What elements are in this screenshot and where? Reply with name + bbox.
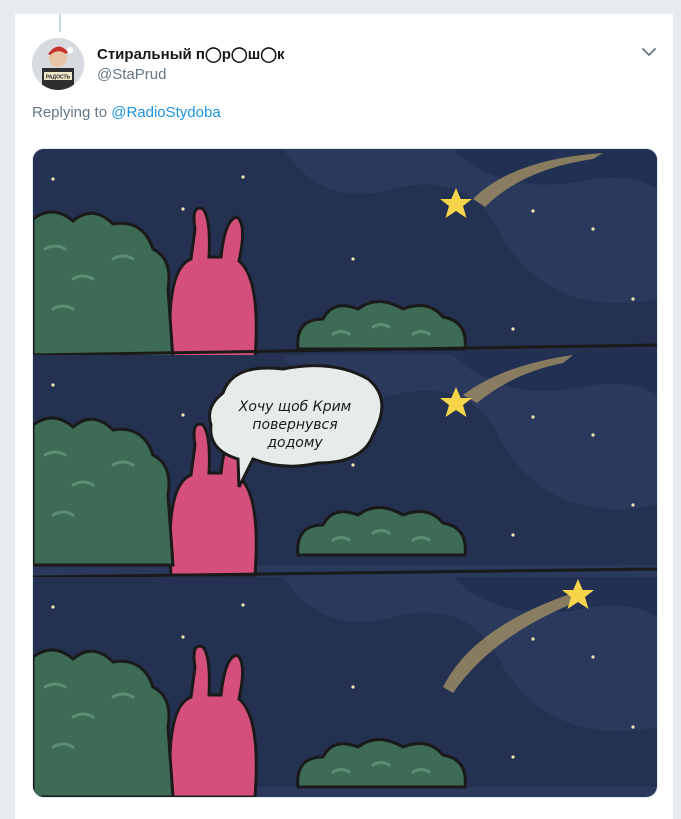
comic-panel-2: Хочу щоб Крим повернувся додому <box>33 355 657 577</box>
avatar[interactable]: РАДОСТЬ <box>32 38 84 90</box>
comic-panel-1 <box>33 149 657 361</box>
tweet-card[interactable]: РАДОСТЬ Стиральный п◯р◯ш◯к @StaPrud Repl… <box>14 14 674 819</box>
replying-to-line: Replying to @RadioStydoba <box>32 104 221 121</box>
speech-line-1: Хочу щоб Крим <box>238 399 352 415</box>
avatar-sign-text: РАДОСТЬ <box>46 75 71 81</box>
tweet-media-image[interactable]: Хочу щоб Крим повернувся додому <box>32 148 658 798</box>
avatar-image: РАДОСТЬ <box>32 38 84 90</box>
comic-image: Хочу щоб Крим повернувся додому <box>33 149 657 797</box>
replying-to-label: Replying to <box>32 104 108 121</box>
author-name-row[interactable]: Стиральный п◯р◯ш◯к <box>97 44 285 64</box>
display-name[interactable]: Стиральный п◯р◯ш◯к <box>97 45 285 63</box>
comic-panel-3 <box>33 577 657 797</box>
timeline-background: РАДОСТЬ Стиральный п◯р◯ш◯к @StaPrud Repl… <box>0 0 681 819</box>
replying-to-mention[interactable]: @RadioStydoba <box>111 104 220 121</box>
author-handle[interactable]: @StaPrud <box>97 66 166 83</box>
speech-line-3: додому <box>266 435 323 451</box>
chevron-down-icon <box>642 47 656 56</box>
thread-connector-line <box>59 14 61 32</box>
speech-line-2: повернувся <box>252 417 337 433</box>
more-options-button[interactable] <box>639 42 659 62</box>
